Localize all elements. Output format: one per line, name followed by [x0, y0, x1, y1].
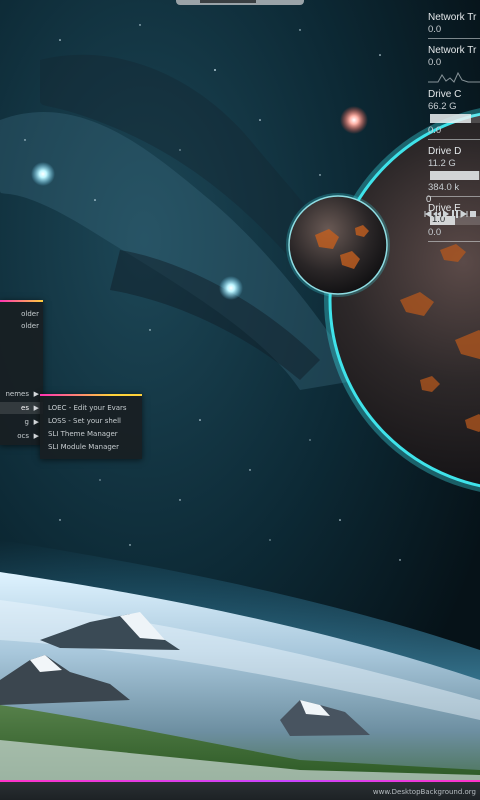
divider [428, 139, 480, 140]
start-menu-item[interactable]: ocs ▶ [0, 430, 43, 442]
watermark-text: www.DesktopBackground.org [372, 788, 476, 796]
media-time: 0 [426, 194, 432, 205]
drive-c-used: 66.2 G [428, 101, 457, 112]
start-menu-item-label: older [21, 310, 39, 318]
start-menu-item-label: g [24, 418, 29, 426]
drive-c-bar-fill [430, 114, 471, 123]
top-panel-handle[interactable] [176, 0, 304, 5]
drive-e-free: 0.0 [428, 227, 442, 238]
start-menu-item[interactable]: older [0, 308, 43, 320]
divider [428, 241, 480, 242]
start-menu-item-selected[interactable]: es ▶ [0, 402, 43, 414]
drive-c-free: 0.0 [428, 125, 442, 136]
taskbar: www.DesktopBackground.org [0, 780, 480, 800]
drive-c-meter: Drive C 66.2 G 0.0 [428, 89, 480, 140]
submenu-arrow-icon: ▶ [33, 390, 39, 398]
next-icon[interactable] [460, 209, 468, 219]
start-menu-item-label: older [21, 322, 39, 330]
divider [428, 38, 480, 39]
network-out-label: Network Tr [428, 45, 477, 56]
drive-c-bar [430, 114, 480, 123]
start-menu-item[interactable]: older [0, 320, 43, 332]
drive-d-bar [430, 171, 480, 180]
submenu-arrow-icon: ▶ [33, 418, 39, 426]
submenu-item-loec[interactable]: LOEC - Edit your Evars [40, 402, 142, 414]
submenu-arrow-icon: ▶ [33, 404, 39, 412]
media-controls [424, 208, 480, 220]
network-in-meter: Network Tr 0.0 [428, 12, 480, 39]
start-menu-item-label: es [21, 404, 29, 412]
drive-d-label: Drive D [428, 146, 462, 157]
play-icon[interactable] [442, 209, 450, 219]
start-menu: older older nemes ▶ es ▶ g ▶ ocs ▶ [0, 300, 43, 445]
drive-d-used: 11.2 G [428, 158, 456, 169]
drive-c-label: Drive C [428, 89, 462, 100]
rewind-icon[interactable] [433, 209, 441, 219]
submenu: LOEC - Edit your Evars LOSS - Set your s… [40, 394, 142, 459]
pause-icon[interactable] [451, 209, 459, 219]
start-menu-item[interactable]: g ▶ [0, 416, 43, 428]
network-in-label: Network Tr [428, 12, 477, 23]
network-out-meter: Network Tr 0.0 [428, 45, 480, 83]
submenu-item-module-manager[interactable]: SLI Module Manager [40, 441, 142, 453]
network-in-value: 0.0 [428, 24, 442, 35]
submenu-item-theme-manager[interactable]: SLI Theme Manager [40, 428, 142, 440]
prev-icon[interactable] [424, 209, 432, 219]
submenu-item-loss[interactable]: LOSS - Set your shell [40, 415, 142, 427]
network-out-value: 0.0 [428, 57, 442, 68]
drive-d-free: 384.0 k [428, 182, 460, 193]
drive-d-bar-fill [430, 171, 479, 180]
divider [428, 196, 480, 197]
start-menu-item-label: nemes [5, 390, 29, 398]
start-menu-item-label: ocs [17, 432, 29, 440]
start-menu-item[interactable]: nemes ▶ [0, 388, 43, 400]
submenu-arrow-icon: ▶ [33, 432, 39, 440]
network-graph [428, 71, 480, 83]
drive-d-meter: Drive D 11.2 G 384.0 k [428, 146, 480, 197]
stop-icon[interactable] [469, 209, 477, 219]
